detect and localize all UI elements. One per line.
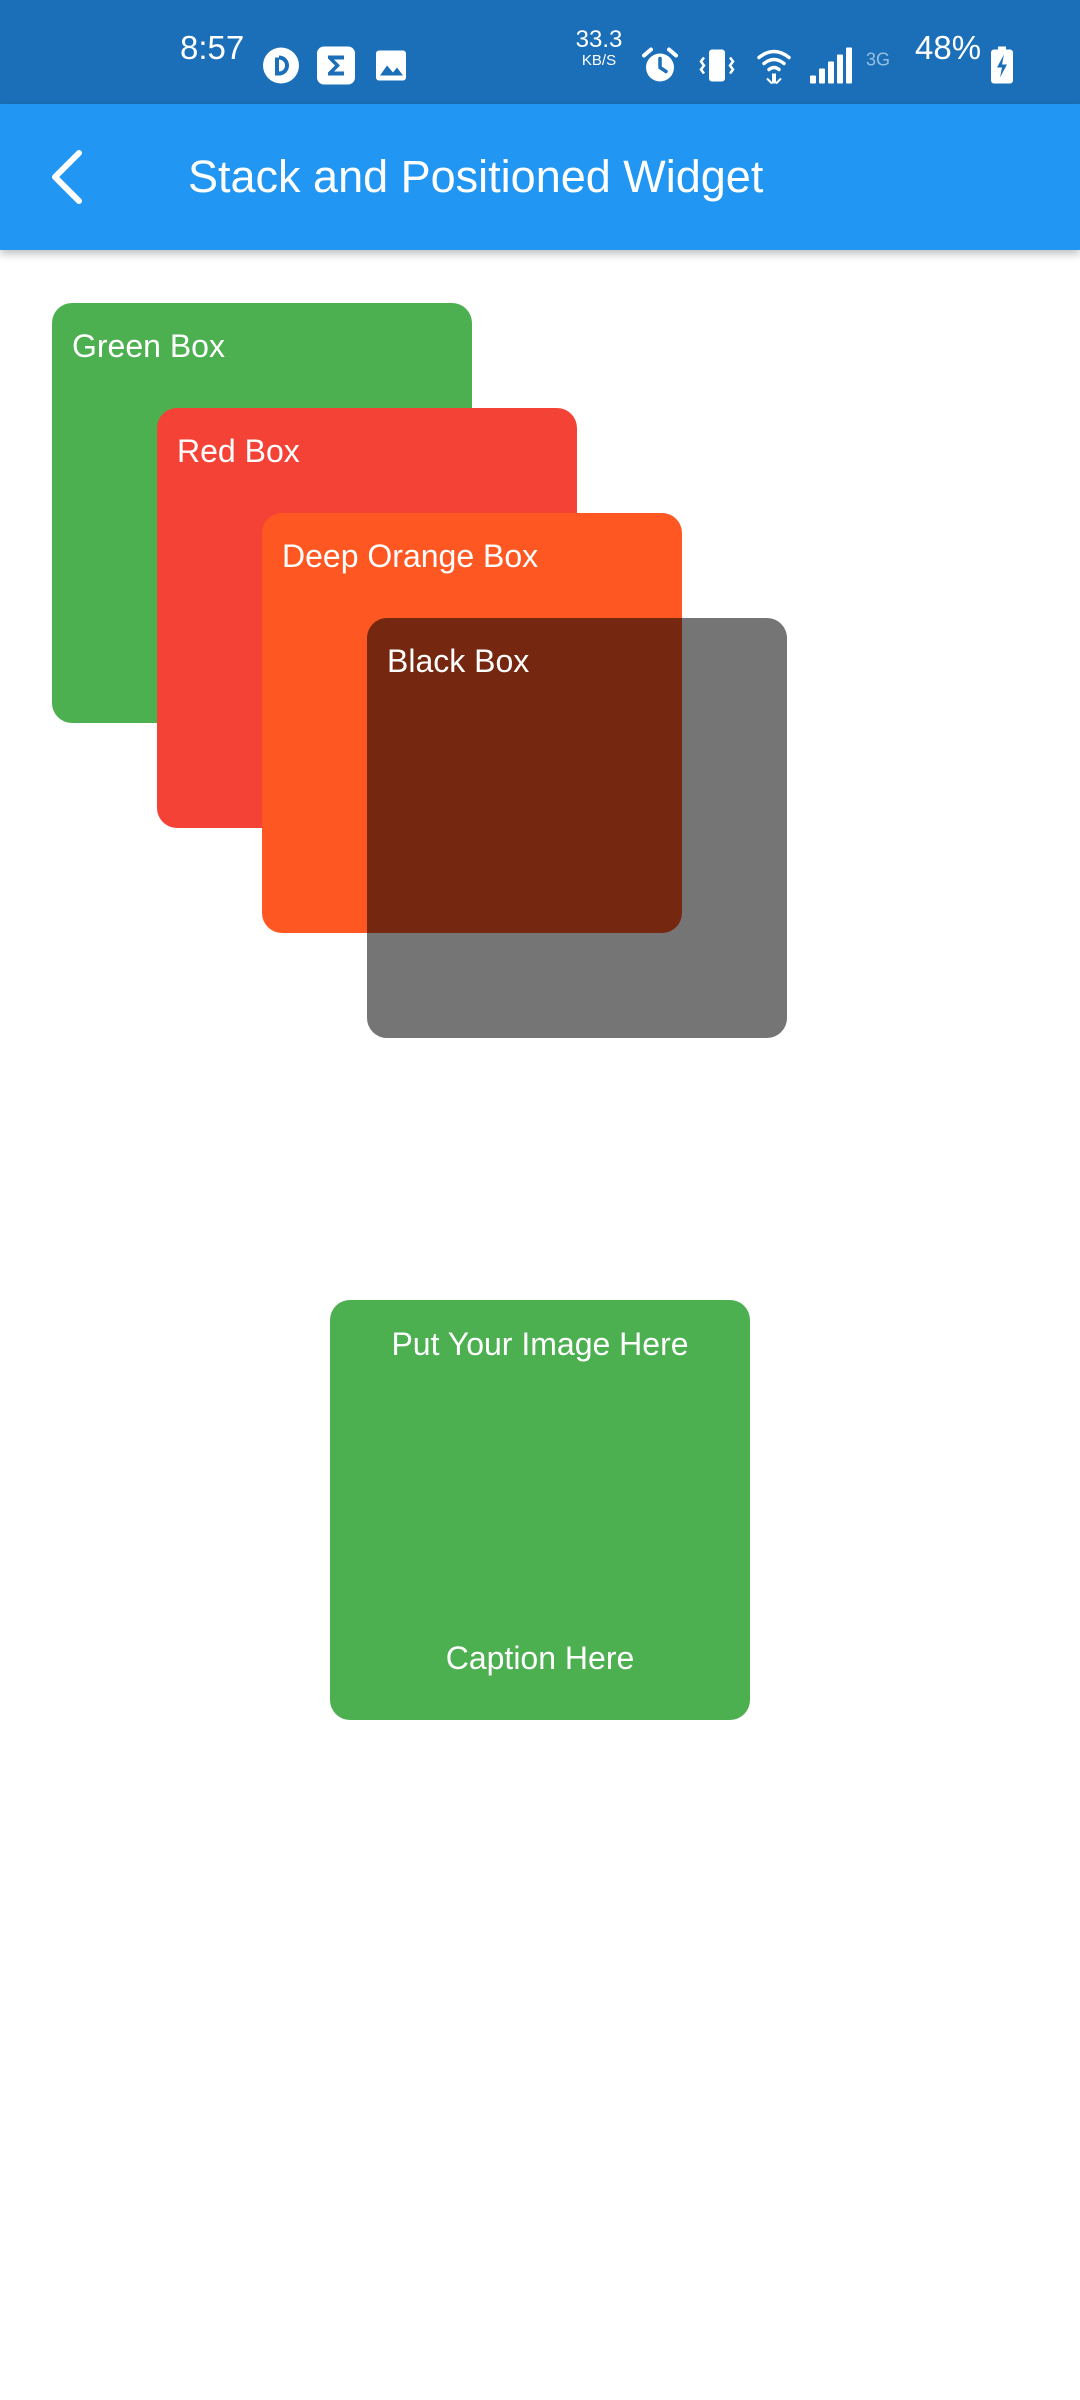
green-box-label: Green Box	[72, 328, 225, 364]
battery-percent: 48%	[915, 29, 982, 66]
image-card: Put Your Image Here Caption Here	[330, 1300, 750, 1720]
net-speed: 33.3 KB/S	[574, 26, 624, 69]
net-speed-value: 33.3	[575, 26, 623, 53]
black-box: Black Box	[367, 618, 787, 1038]
no-data-icon: 3G	[866, 50, 890, 71]
image-placeholder-title: Put Your Image Here	[391, 1326, 689, 1362]
network-type: 3G	[866, 49, 891, 70]
screen: 8:57 33.3 KB/S 3G 48% Stack and Position…	[0, 0, 1080, 2400]
image-caption: Caption Here	[445, 1640, 635, 1676]
back-button[interactable]	[22, 132, 112, 222]
wifi-icon	[756, 46, 792, 91]
alarm-icon	[640, 46, 680, 91]
back-arrow-icon	[52, 150, 82, 204]
deep-orange-box-label: Deep Orange Box	[282, 538, 539, 574]
black-box-label: Black Box	[387, 643, 530, 679]
vibrate-icon	[698, 47, 736, 90]
status-bar: 8:57 33.3 KB/S 3G 48%	[0, 0, 1080, 104]
signal-icon	[808, 46, 852, 91]
gallery-icon	[374, 49, 408, 88]
app-bar: Stack and Positioned Widget	[0, 104, 1080, 250]
status-time: 8:57	[180, 29, 245, 66]
battery-charging-icon	[990, 46, 1014, 91]
net-speed-unit: KB/S	[581, 52, 617, 69]
red-box-label: Red Box	[177, 433, 300, 469]
sigma-icon	[316, 46, 356, 91]
pocket-casts-icon	[262, 47, 300, 90]
page-title: Stack and Positioned Widget	[188, 151, 764, 202]
